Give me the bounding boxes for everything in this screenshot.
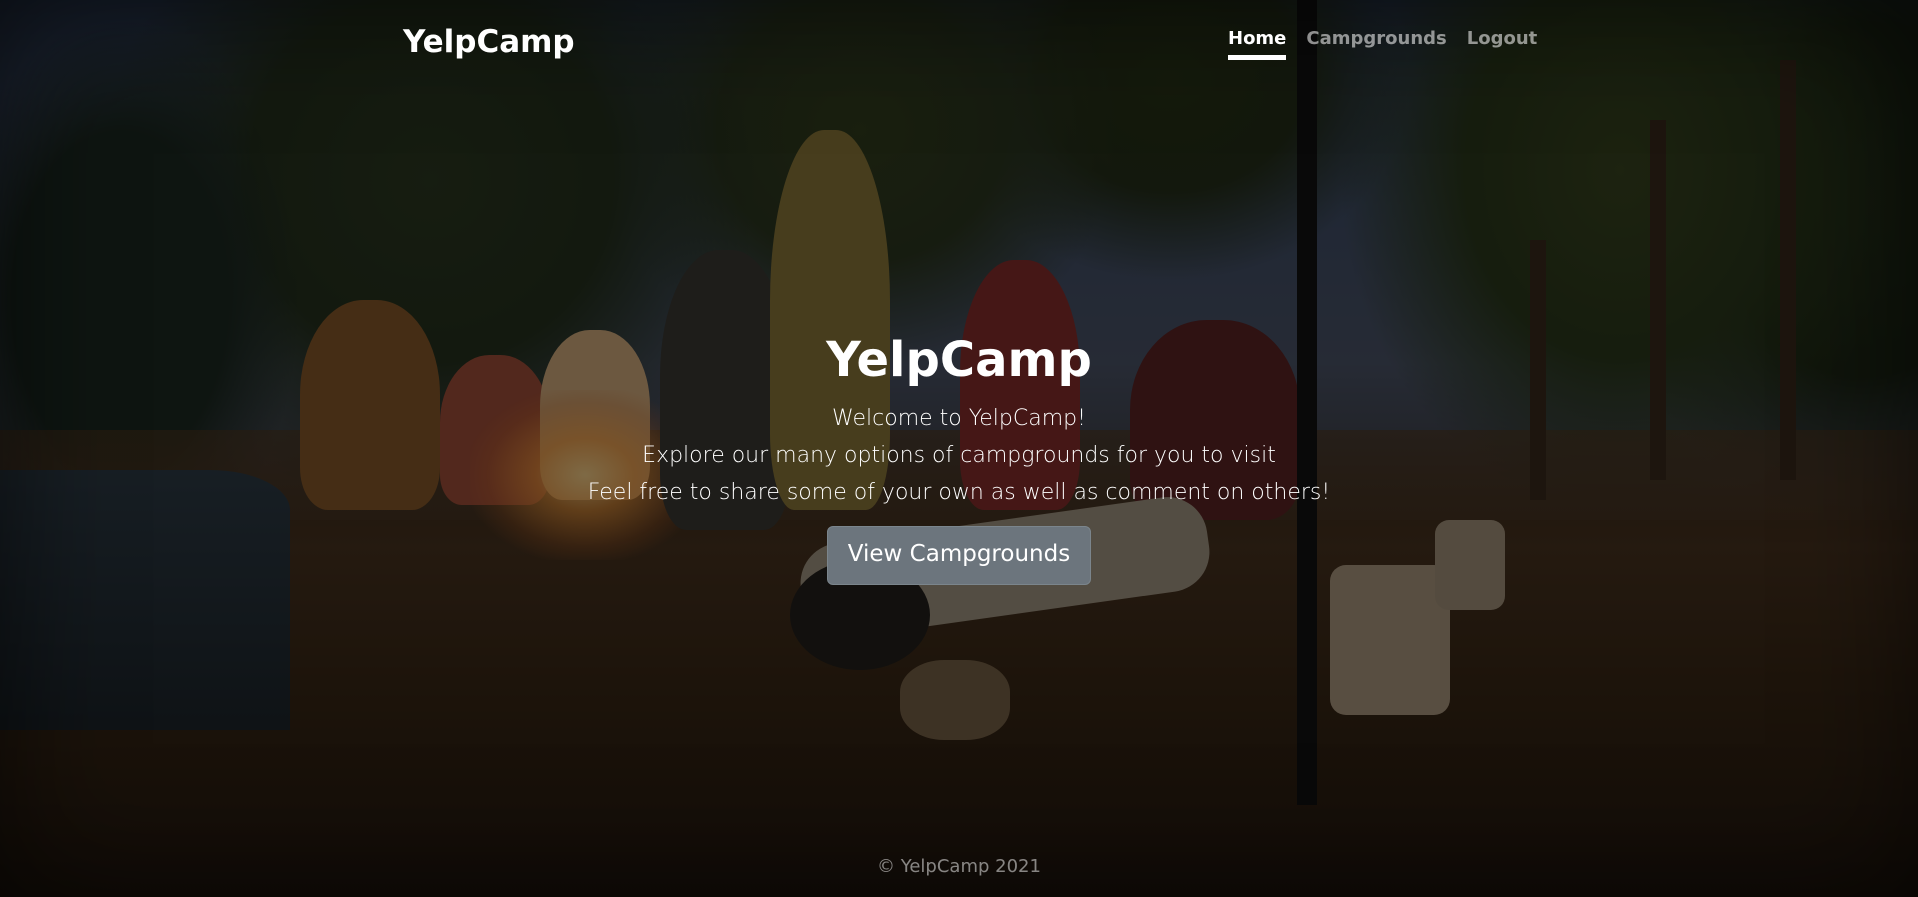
nav-link-logout[interactable]: Logout xyxy=(1467,27,1538,60)
navbar-brand[interactable]: YelpCamp xyxy=(403,20,575,64)
navbar: YelpCamp Home Campgrounds Logout xyxy=(0,0,1918,80)
hero-welcome-text: Welcome to YelpCamp! xyxy=(832,406,1086,431)
page: YelpCamp Home Campgrounds Logout YelpCam… xyxy=(0,0,1918,897)
nav-link-campgrounds[interactable]: Campgrounds xyxy=(1306,27,1446,60)
footer: © YelpCamp 2021 xyxy=(0,853,1918,881)
hero-share-text: Feel free to share some of your own as w… xyxy=(587,480,1331,505)
hero-explore-text: Explore our many options of campgrounds … xyxy=(642,443,1276,468)
view-campgrounds-button[interactable]: View Campgrounds xyxy=(826,526,1092,585)
footer-copyright: © YelpCamp 2021 xyxy=(877,856,1041,877)
hero-title: YelpCamp xyxy=(826,332,1092,388)
hero: YelpCamp Welcome to YelpCamp! Explore ou… xyxy=(0,320,1918,585)
nav-links: Home Campgrounds Logout xyxy=(1228,27,1537,60)
nav-link-home[interactable]: Home xyxy=(1228,27,1287,60)
